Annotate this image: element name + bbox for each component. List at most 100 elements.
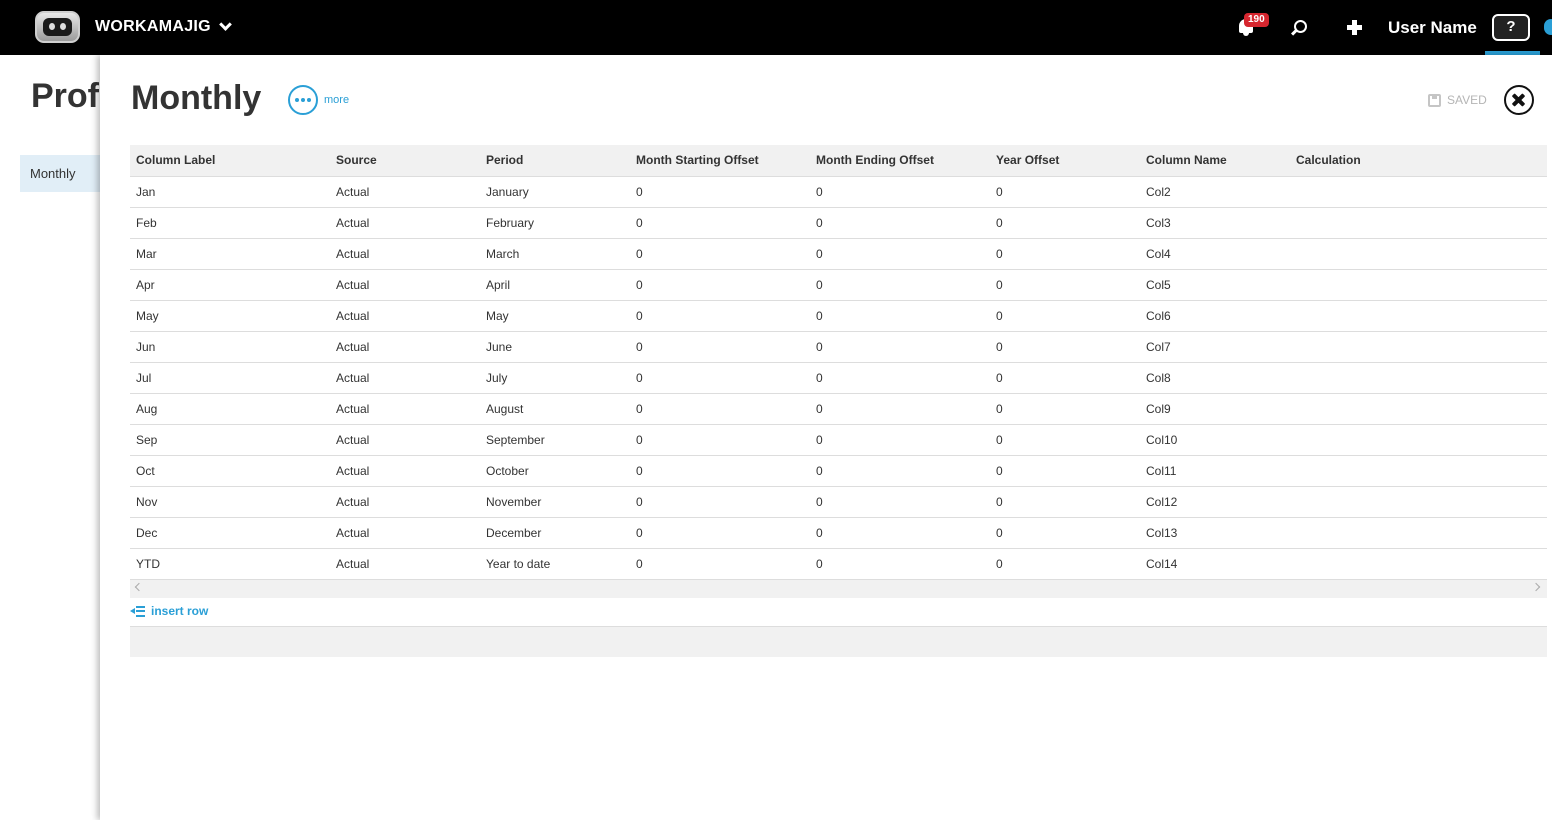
table-row[interactable]: Mar Actual March 0 0 0 Col4 [130,238,1547,270]
table-cell[interactable]: Nov [130,486,330,518]
table-row[interactable]: Dec Actual December 0 0 0 Col13 [130,517,1547,549]
table-cell[interactable]: 0 [810,176,990,208]
add-icon[interactable] [1347,20,1362,35]
table-cell[interactable]: Actual [330,424,480,456]
table-cell[interactable]: 0 [810,455,990,487]
table-cell[interactable]: Feb [130,207,330,239]
more-button[interactable]: more [288,85,349,115]
table-cell[interactable]: Actual [330,362,480,394]
table-cell[interactable]: 0 [630,424,810,456]
table-row[interactable]: May Actual May 0 0 0 Col6 [130,300,1547,332]
table-cell[interactable]: December [480,517,630,549]
table-cell[interactable]: Col6 [1140,300,1290,332]
table-cell[interactable]: 0 [810,300,990,332]
table-cell[interactable] [1290,362,1547,394]
table-cell[interactable]: Col8 [1140,362,1290,394]
table-cell[interactable]: Dec [130,517,330,549]
table-row[interactable]: Feb Actual February 0 0 0 Col3 [130,207,1547,239]
table-cell[interactable]: 0 [990,238,1140,270]
table-cell[interactable]: 0 [990,455,1140,487]
table-cell[interactable]: 0 [810,238,990,270]
search-icon[interactable] [1294,20,1307,33]
table-cell[interactable]: Actual [330,393,480,425]
table-cell[interactable]: 0 [630,207,810,239]
table-cell[interactable]: Col9 [1140,393,1290,425]
table-cell[interactable]: Jul [130,362,330,394]
table-cell[interactable]: Actual [330,207,480,239]
table-cell[interactable]: February [480,207,630,239]
table-cell[interactable] [1290,517,1547,549]
table-cell[interactable]: 0 [630,455,810,487]
column-header[interactable]: Calculation [1290,145,1547,177]
table-cell[interactable]: 0 [810,486,990,518]
table-row[interactable]: Oct Actual October 0 0 0 Col11 [130,455,1547,487]
scroll-right-icon[interactable] [1531,582,1541,591]
table-cell[interactable]: 0 [630,362,810,394]
table-cell[interactable]: Actual [330,517,480,549]
table-cell[interactable]: Actual [330,269,480,301]
table-cell[interactable]: 0 [630,517,810,549]
table-cell[interactable]: 0 [810,517,990,549]
app-switcher[interactable]: WORKAMAJIG [95,18,232,36]
background-nav-item-monthly[interactable]: Monthly [20,155,105,192]
table-cell[interactable] [1290,300,1547,332]
table-cell[interactable]: 0 [810,331,990,363]
table-cell[interactable]: Apr [130,269,330,301]
table-row[interactable]: Apr Actual April 0 0 0 Col5 [130,269,1547,301]
table-row[interactable]: YTD Actual Year to date 0 0 0 Col14 [130,548,1547,580]
user-name-menu[interactable]: User Name [1388,18,1477,38]
table-cell[interactable]: 0 [810,548,990,580]
table-cell[interactable]: 0 [630,331,810,363]
table-cell[interactable]: Sep [130,424,330,456]
table-cell[interactable]: 0 [990,331,1140,363]
scroll-left-icon[interactable] [134,582,144,591]
table-row[interactable]: Jul Actual July 0 0 0 Col8 [130,362,1547,394]
table-cell[interactable]: Year to date [480,548,630,580]
table-cell[interactable]: 0 [810,424,990,456]
table-cell[interactable]: 0 [990,362,1140,394]
table-cell[interactable] [1290,548,1547,580]
table-cell[interactable] [1290,331,1547,363]
table-cell[interactable]: Col12 [1140,486,1290,518]
table-cell[interactable]: Actual [330,238,480,270]
table-cell[interactable]: 0 [630,300,810,332]
table-cell[interactable]: 0 [990,269,1140,301]
table-cell[interactable]: 0 [990,393,1140,425]
table-cell[interactable]: Col4 [1140,238,1290,270]
table-cell[interactable]: Actual [330,548,480,580]
table-cell[interactable]: June [480,331,630,363]
table-cell[interactable]: May [480,300,630,332]
table-cell[interactable]: Col3 [1140,207,1290,239]
table-cell[interactable]: 0 [810,393,990,425]
table-cell[interactable]: 0 [990,424,1140,456]
table-row[interactable]: Nov Actual November 0 0 0 Col12 [130,486,1547,518]
table-cell[interactable]: 0 [630,548,810,580]
table-cell[interactable]: Col14 [1140,548,1290,580]
table-cell[interactable]: 0 [810,269,990,301]
table-cell[interactable]: September [480,424,630,456]
table-cell[interactable]: 0 [990,300,1140,332]
table-cell[interactable]: 0 [810,207,990,239]
table-cell[interactable]: Jan [130,176,330,208]
table-cell[interactable]: Col2 [1140,176,1290,208]
table-cell[interactable]: March [480,238,630,270]
table-cell[interactable]: July [480,362,630,394]
table-cell[interactable] [1290,455,1547,487]
table-cell[interactable]: Col11 [1140,455,1290,487]
column-header[interactable]: Month Starting Offset [630,145,810,177]
table-cell[interactable]: 0 [810,362,990,394]
table-cell[interactable]: 0 [990,486,1140,518]
table-cell[interactable]: Actual [330,300,480,332]
table-cell[interactable]: Col7 [1140,331,1290,363]
column-header[interactable]: Column Name [1140,145,1290,177]
table-cell[interactable] [1290,207,1547,239]
table-cell[interactable]: 0 [990,548,1140,580]
table-cell[interactable]: 0 [630,486,810,518]
table-cell[interactable]: Col5 [1140,269,1290,301]
table-cell[interactable] [1290,486,1547,518]
insert-row-button[interactable]: insert row [130,604,208,618]
column-header[interactable]: Source [330,145,480,177]
table-cell[interactable]: 0 [630,393,810,425]
table-cell[interactable]: Jun [130,331,330,363]
table-cell[interactable]: Oct [130,455,330,487]
